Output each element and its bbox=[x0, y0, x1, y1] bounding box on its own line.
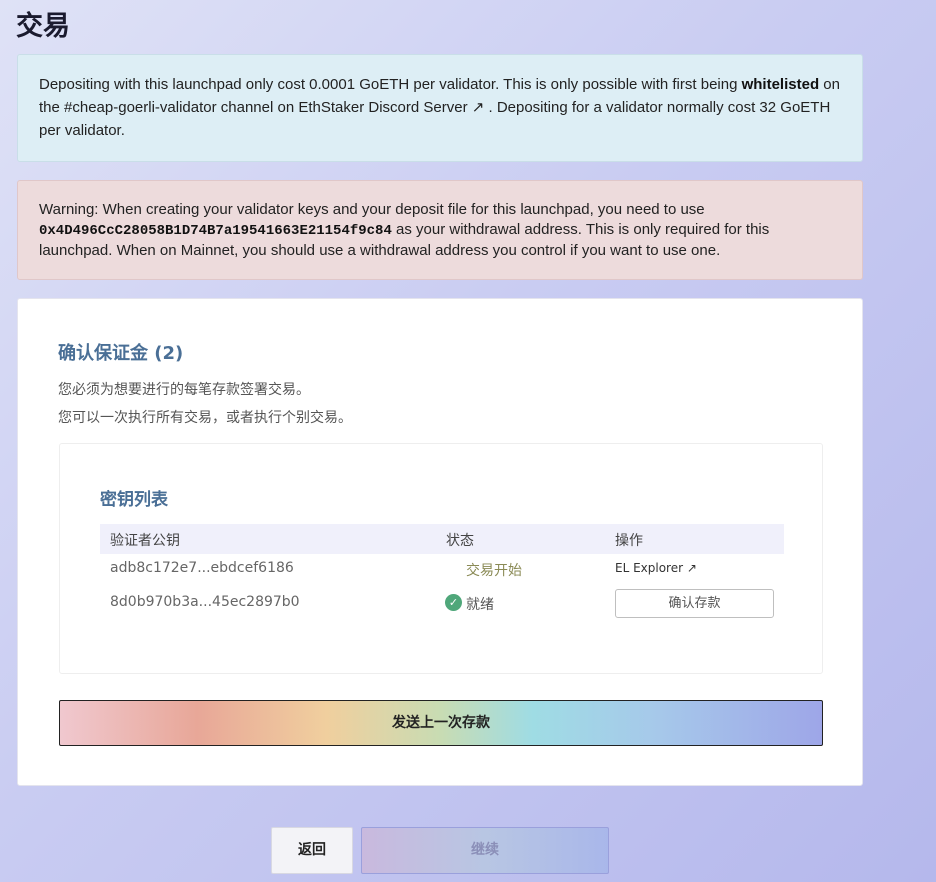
card-desc-2: 您可以一次执行所有交易，或者执行个别交易。 bbox=[58, 410, 352, 426]
warning-notice: Warning: When creating your validator ke… bbox=[17, 180, 863, 280]
info-bold: whitelisted bbox=[741, 76, 820, 93]
table-header: 验证者公钥 状态 操作 bbox=[100, 524, 784, 554]
info-notice: Depositing with this launchpad only cost… bbox=[17, 54, 863, 162]
discord-link[interactable]: EthStaker Discord Server ↗ bbox=[298, 99, 484, 116]
row-1-status: 交易开始 bbox=[466, 563, 522, 579]
back-button[interactable]: 返回 bbox=[271, 827, 353, 874]
confirm-deposit-button[interactable]: 确认存款 bbox=[615, 589, 774, 618]
withdrawal-address: 0x4D496CcC28058B1D74B7a19541663E21154f9c… bbox=[39, 223, 392, 239]
row-1-pubkey: adb8c172e7...ebdcef6186 bbox=[110, 560, 294, 576]
continue-button[interactable]: 继续 bbox=[361, 827, 609, 874]
row-2-pubkey: 8d0b970b3a...45ec2897b0 bbox=[110, 594, 300, 610]
header-action: 操作 bbox=[615, 533, 643, 549]
check-circle-icon: ✓ bbox=[445, 594, 462, 611]
key-list-title: 密钥列表 bbox=[100, 490, 168, 510]
row-2-status: 就绪 bbox=[466, 597, 494, 613]
card-title: 确认保证金 (2) bbox=[58, 343, 184, 364]
warning-text-1: Warning: When creating your validator ke… bbox=[39, 201, 705, 218]
header-pubkey: 验证者公钥 bbox=[110, 533, 180, 549]
confirm-deposits-card: 确认保证金 (2) 您必须为想要进行的每笔存款签署交易。 您可以一次执行所有交易… bbox=[17, 298, 863, 786]
el-explorer-link[interactable]: EL Explorer ↗ bbox=[615, 561, 697, 575]
key-list-panel: 密钥列表 验证者公钥 状态 操作 adb8c172e7...ebdcef6186… bbox=[59, 443, 823, 674]
header-status: 状态 bbox=[446, 533, 474, 549]
send-last-deposit-button[interactable]: 发送上一次存款 bbox=[59, 700, 823, 746]
card-desc-1: 您必须为想要进行的每笔存款签署交易。 bbox=[58, 382, 310, 398]
info-text-1: Depositing with this launchpad only cost… bbox=[39, 76, 742, 93]
page-title: 交易 bbox=[16, 11, 70, 42]
